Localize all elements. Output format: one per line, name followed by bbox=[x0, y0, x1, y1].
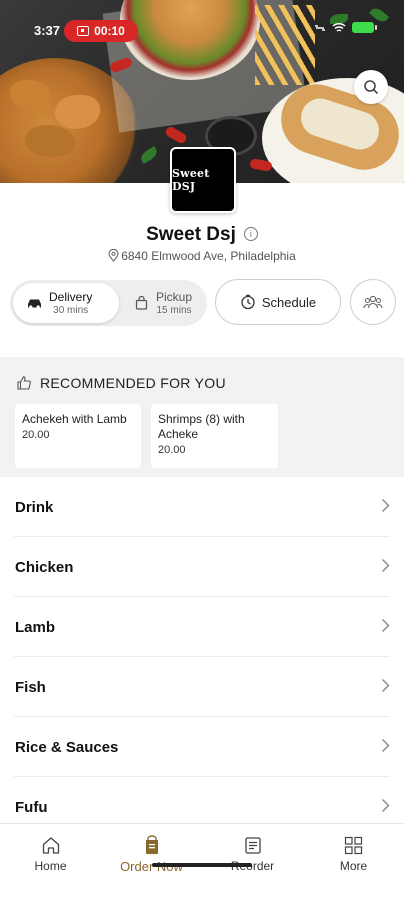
home-indicator[interactable] bbox=[152, 863, 252, 867]
recommended-header: RECOMMENDED FOR YOU bbox=[16, 375, 226, 391]
category-label: Rice & Sauces bbox=[15, 738, 119, 756]
order-mode-toggle: Delivery 30 mins Pickup 15 mins bbox=[10, 280, 207, 326]
receipt-icon bbox=[244, 836, 261, 854]
schedule-button[interactable]: Schedule bbox=[215, 279, 341, 325]
recommended-item-name: Shrimps (8) with Acheke bbox=[158, 412, 245, 441]
recommended-section: RECOMMENDED FOR YOU Achekeh with Lamb 20… bbox=[0, 357, 404, 477]
nav-reorder[interactable]: Reorder bbox=[202, 824, 303, 884]
delivery-option[interactable]: Delivery 30 mins bbox=[13, 283, 119, 323]
nav-label: More bbox=[339, 858, 368, 873]
recording-timer: 00:10 bbox=[94, 24, 125, 38]
nav-more[interactable]: More bbox=[303, 824, 404, 884]
recommended-item-price: 20.00 bbox=[158, 444, 186, 456]
chevron-right-icon bbox=[382, 799, 390, 812]
recommended-item-name: Achekeh with Lamb bbox=[22, 412, 127, 426]
nav-home[interactable]: Home bbox=[0, 824, 101, 884]
recommended-item-card[interactable]: Achekeh with Lamb 20.00 bbox=[15, 404, 141, 468]
category-label: Fufu bbox=[15, 798, 48, 816]
status-indicators bbox=[314, 22, 377, 33]
category-label: Fish bbox=[15, 678, 46, 696]
shopping-bag-icon bbox=[132, 296, 150, 310]
pickup-option[interactable]: Pickup 15 mins bbox=[122, 283, 204, 323]
chevron-right-icon bbox=[382, 679, 390, 692]
address-text: 6840 Elmwood Ave, Philadelphia bbox=[121, 249, 296, 263]
store-name-text: Sweet Dsj bbox=[146, 224, 236, 245]
status-bar: 3:37 00:10 bbox=[0, 0, 404, 60]
recommended-item-price: 20.00 bbox=[22, 429, 50, 441]
screen-recording-badge: 00:10 bbox=[64, 20, 138, 42]
store-name: Sweet Dsj i bbox=[0, 224, 404, 246]
info-icon[interactable]: i bbox=[243, 227, 258, 241]
wifi-icon bbox=[332, 22, 346, 32]
bottom-navigation: Home Order Now Reorder More bbox=[0, 823, 404, 900]
pickup-time: 15 mins bbox=[156, 305, 192, 316]
chevron-right-icon bbox=[382, 499, 390, 512]
category-label: Drink bbox=[15, 498, 54, 516]
clock-icon bbox=[241, 294, 255, 310]
chevron-right-icon bbox=[382, 619, 390, 632]
category-row-lamb[interactable]: Lamb bbox=[0, 597, 404, 657]
record-icon bbox=[77, 26, 90, 36]
chevron-right-icon bbox=[382, 559, 390, 572]
store-logo: Sweet DSJ bbox=[170, 147, 236, 213]
category-row-chicken[interactable]: Chicken bbox=[0, 537, 404, 597]
delivery-time: 30 mins bbox=[53, 305, 89, 316]
battery-icon bbox=[352, 22, 377, 33]
search-button[interactable] bbox=[354, 70, 388, 104]
order-bag-icon bbox=[145, 834, 158, 854]
search-icon bbox=[364, 80, 379, 95]
nav-label: Home bbox=[34, 858, 67, 873]
recommended-title: RECOMMENDED FOR YOU bbox=[40, 375, 226, 391]
location-pin-icon bbox=[108, 249, 119, 262]
category-row-rice-sauces[interactable]: Rice & Sauces bbox=[0, 717, 404, 777]
schedule-label: Schedule bbox=[261, 294, 317, 310]
group-order-icon bbox=[363, 295, 383, 309]
category-label: Lamb bbox=[15, 618, 56, 636]
store-logo-text: Sweet DSJ bbox=[172, 167, 210, 193]
pickup-label: Pickup bbox=[156, 290, 193, 304]
category-label: Chicken bbox=[15, 558, 74, 576]
chevron-right-icon bbox=[382, 739, 390, 752]
category-list: Drink Chicken Lamb Fish Rice & Sauces Fu… bbox=[0, 477, 404, 837]
home-icon bbox=[42, 836, 59, 854]
category-row-fish[interactable]: Fish bbox=[0, 657, 404, 717]
group-order-button[interactable] bbox=[350, 279, 396, 325]
nav-order-now[interactable]: Order Now bbox=[101, 824, 202, 884]
thumbs-up-icon bbox=[17, 376, 31, 390]
status-time: 3:37 bbox=[34, 23, 61, 38]
link-icon bbox=[315, 24, 325, 31]
category-row-drink[interactable]: Drink bbox=[0, 477, 404, 537]
grid-icon bbox=[344, 836, 363, 854]
delivery-label: Delivery bbox=[49, 290, 93, 304]
car-icon bbox=[25, 297, 43, 309]
store-address: 6840 Elmwood Ave, Philadelphia bbox=[0, 249, 404, 263]
recommended-item-card[interactable]: Shrimps (8) with Acheke 20.00 bbox=[151, 404, 278, 468]
